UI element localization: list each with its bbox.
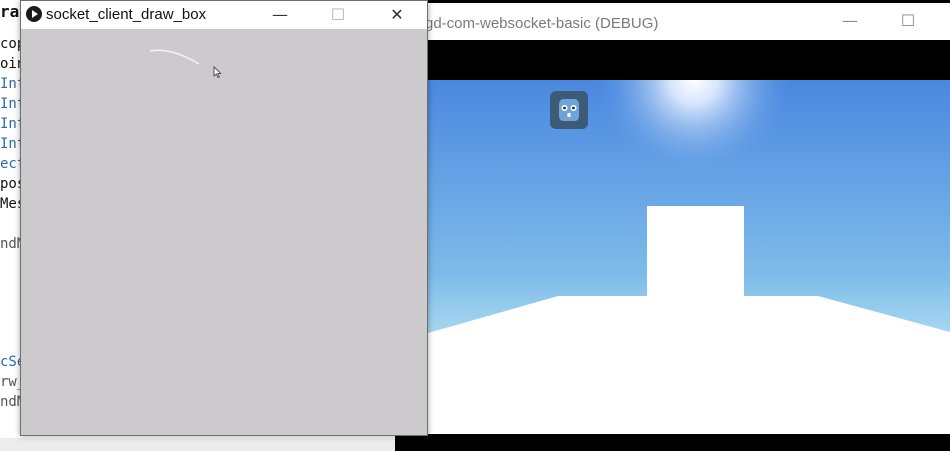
minimize-icon: — [272, 5, 288, 24]
white-box [647, 206, 744, 298]
maximize-icon: ☐ [330, 5, 346, 24]
game-titlebar[interactable]: gd-com-websocket-basic (DEBUG) — ☐ [395, 3, 950, 40]
game-debug-window: gd-com-websocket-basic (DEBUG) — ☐ [395, 0, 950, 451]
close-button[interactable]: ✕ [377, 3, 417, 27]
minimize-button[interactable]: — [835, 11, 865, 35]
minimize-icon: — [842, 11, 858, 30]
game-viewport[interactable] [428, 80, 950, 434]
maximize-button[interactable]: ☐ [893, 11, 923, 35]
maximize-button[interactable]: ☐ [318, 3, 358, 27]
client-window-title: socket_client_draw_box [46, 6, 207, 23]
play-icon [26, 6, 42, 22]
floor-plane [428, 296, 950, 434]
drawn-stroke [149, 49, 200, 65]
canvas-surface [149, 49, 222, 79]
socket-client-window: socket_client_draw_box — ☐ ✕ [20, 0, 428, 436]
maximize-icon: ☐ [900, 11, 916, 30]
close-icon: ✕ [390, 5, 404, 24]
godot-logo-icon [550, 91, 588, 129]
draw-canvas[interactable] [21, 29, 427, 435]
desktop: rav cop oin Int Int Int Int ect pos Mes … [0, 0, 950, 451]
scene-render [428, 80, 950, 434]
minimize-button[interactable]: — [260, 3, 300, 27]
editor-scrollbar[interactable] [0, 438, 400, 451]
game-window-title: gd-com-websocket-basic (DEBUG) [425, 15, 659, 32]
mouse-pointer-icon [213, 66, 222, 79]
client-titlebar[interactable]: socket_client_draw_box — ☐ ✕ [21, 1, 427, 29]
